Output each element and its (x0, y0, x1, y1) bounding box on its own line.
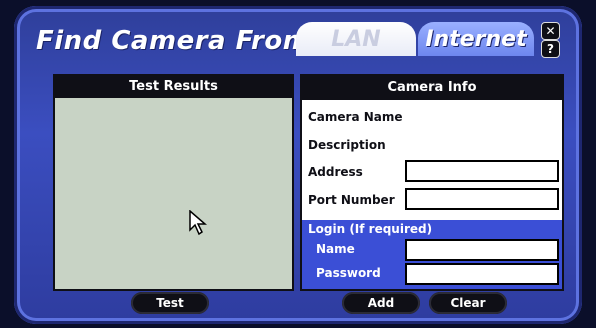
clear-button[interactable]: Clear (429, 292, 507, 314)
camera-info-header: Camera Info (302, 76, 562, 100)
camera-name-label: Camera Name (308, 110, 403, 124)
mouse-pointer-icon (189, 210, 207, 236)
description-label: Description (308, 138, 386, 152)
address-label: Address (308, 165, 363, 179)
camera-info-panel: Camera Info Camera Name Description Addr… (300, 74, 564, 291)
port-number-field[interactable] (405, 188, 559, 210)
close-icon[interactable]: ✕ (541, 22, 560, 40)
login-title: Login (If required) (308, 222, 433, 236)
address-field[interactable] (405, 160, 559, 182)
port-number-label: Port Number (308, 193, 395, 207)
test-results-header: Test Results (55, 76, 292, 98)
tab-internet[interactable]: Internet (418, 22, 534, 56)
password-field[interactable] (405, 263, 559, 285)
test-button[interactable]: Test (131, 292, 209, 314)
tab-lan[interactable]: LAN (296, 22, 416, 56)
window-title: Find Camera From (36, 26, 311, 56)
help-icon[interactable]: ? (541, 40, 560, 58)
add-button[interactable]: Add (342, 292, 420, 314)
login-section: Login (If required) Name Password (302, 220, 562, 289)
name-label: Name (316, 242, 355, 256)
password-label: Password (316, 266, 381, 280)
test-results-panel: Test Results (53, 74, 294, 291)
name-field[interactable] (405, 239, 559, 261)
